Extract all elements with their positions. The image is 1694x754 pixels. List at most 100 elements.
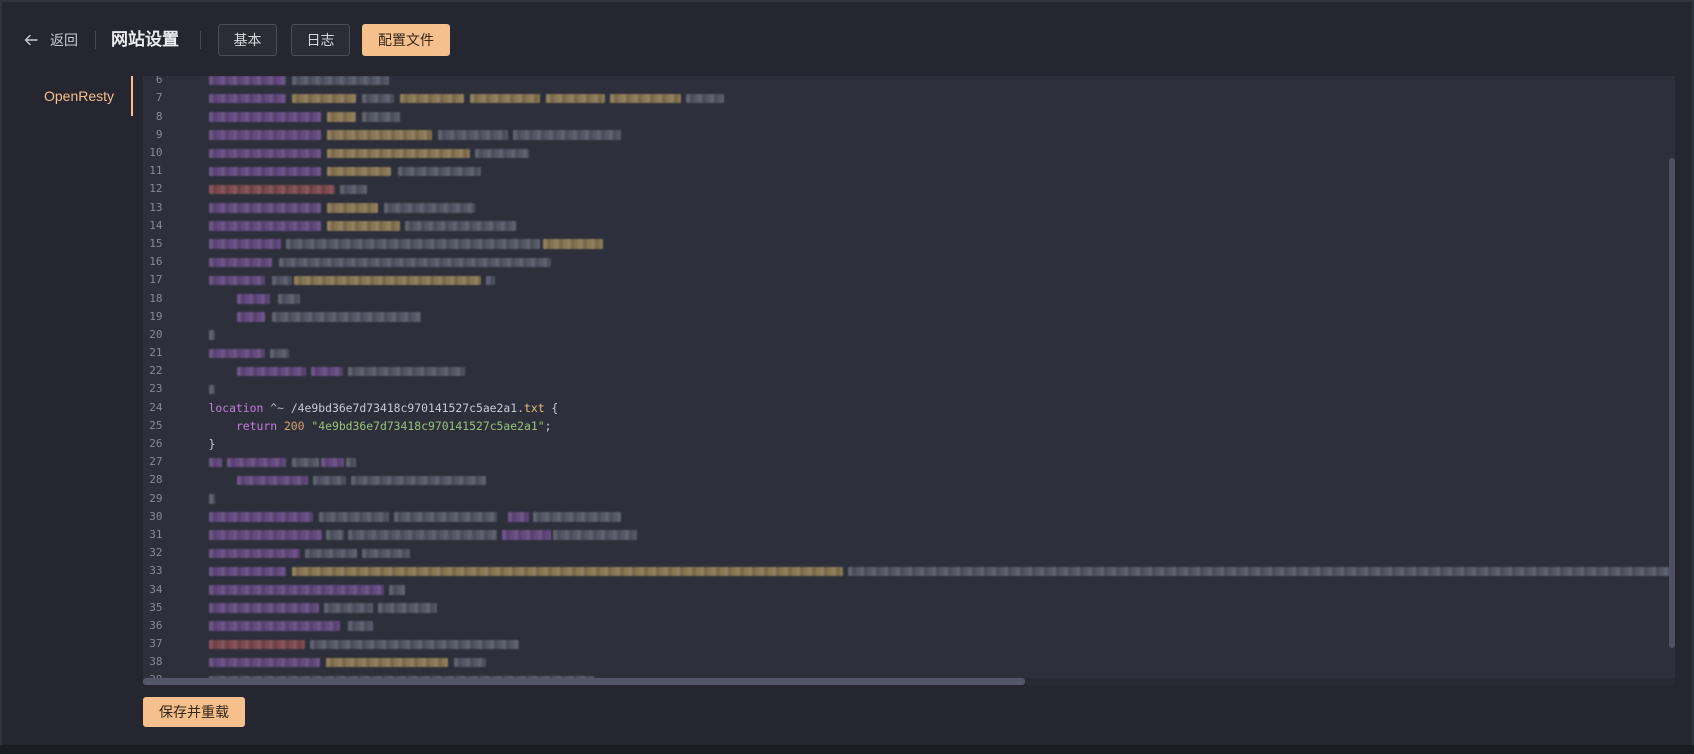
blurred-code-segment [318, 512, 389, 522]
tab-config-file[interactable]: 配置文件 [362, 24, 450, 56]
blurred-code-segment [437, 130, 508, 140]
code-line: 16 [143, 253, 1675, 271]
code-line-content [208, 653, 1676, 671]
blurred-code-segment [236, 312, 265, 322]
line-number: 37 [149, 637, 163, 651]
code-line-content [208, 126, 1676, 144]
blurred-code-segment [320, 457, 344, 468]
code-line: 11 [143, 162, 1675, 180]
code-line: 27 [143, 453, 1675, 471]
line-number: 38 [149, 655, 163, 669]
line-number: 28 [149, 473, 163, 487]
code-line: 32 [143, 544, 1675, 562]
code-line-content [208, 508, 1676, 526]
blurred-code-segment [208, 566, 287, 577]
code-editor[interactable]: 6 7 8 9 10 11 12 13 14 15 16 17 18 19 20 21 22 23 24 locati… [143, 76, 1675, 685]
code-line-content [208, 581, 1676, 599]
line-number: 14 [149, 218, 163, 232]
code-line-content [208, 235, 1676, 253]
vertical-scrollbar[interactable] [1669, 76, 1675, 678]
tab-logs[interactable]: 日志 [291, 24, 350, 56]
blurred-code-segment [347, 366, 465, 377]
code-line-content [208, 617, 1676, 635]
blurred-code-segment [340, 184, 368, 195]
blurred-code-segment [291, 457, 319, 468]
code-token-punct: { [544, 400, 559, 415]
vertical-scrollbar-thumb[interactable] [1669, 158, 1675, 648]
save-and-reload-button[interactable]: 保存并重载 [143, 697, 245, 727]
code-line-content [208, 162, 1676, 180]
sidebar-item-openresty[interactable]: OpenResty [30, 76, 133, 116]
line-number: 24 [149, 400, 163, 414]
blurred-code-segment [291, 76, 389, 86]
blurred-code-segment [324, 603, 373, 613]
code-line: 25 return 200 "4e9bd36e7d73418c970141527… [143, 417, 1675, 435]
blurred-code-segment [208, 239, 281, 249]
blurred-code-segment [293, 275, 481, 286]
blurred-code-segment [388, 585, 406, 595]
blurred-code-segment [470, 93, 541, 104]
code-line: 37 [143, 635, 1675, 653]
code-line: 19 [143, 308, 1675, 326]
blurred-code-segment [351, 475, 487, 486]
code-line: 18 [143, 290, 1675, 308]
blurred-code-segment [208, 384, 215, 395]
code-line: 36 [143, 617, 1675, 635]
code-line-content [208, 490, 1676, 508]
code-lines: 6 7 8 9 10 11 12 13 14 15 16 17 18 19 20 21 22 23 24 locati… [143, 76, 1675, 685]
blurred-code-segment [272, 275, 292, 286]
header-divider [200, 31, 201, 49]
code-line-content [208, 217, 1676, 235]
blurred-code-segment [326, 530, 344, 540]
horizontal-scrollbar-thumb[interactable] [143, 678, 1025, 685]
code-line-content [208, 108, 1676, 126]
code-token-string: "4e9bd36e7d73418c970141527c5ae2a1" [311, 418, 545, 433]
blurred-code-segment [326, 657, 449, 668]
blurred-code-segment [270, 348, 290, 359]
code-line: 20 [143, 326, 1675, 344]
sidebar-active-indicator [131, 76, 133, 116]
code-line: 21 [143, 344, 1675, 362]
code-line-content [208, 562, 1675, 580]
code-line: 28 [143, 471, 1675, 489]
blurred-code-segment [361, 112, 400, 122]
blurred-code-segment [513, 130, 622, 140]
line-number: 31 [149, 527, 163, 541]
code-line-content [209, 290, 1676, 308]
blurred-code-segment [226, 457, 287, 468]
blurred-code-segment [208, 184, 335, 195]
code-line: 33 [143, 562, 1675, 580]
line-number: 6 [155, 76, 163, 87]
blurred-code-segment [208, 130, 321, 140]
back-button[interactable]: 返回 [24, 28, 78, 52]
code-line-content [209, 362, 1676, 380]
code-line-content: return 200 "4e9bd36e7d73418c970141527c5a… [209, 417, 1676, 435]
blurred-code-segment [327, 166, 391, 177]
blurred-code-segment [543, 239, 603, 249]
blurred-code-segment [507, 512, 530, 522]
blurred-code-segment [236, 366, 306, 377]
blurred-code-segment [310, 639, 519, 650]
code-line: 35 [143, 599, 1675, 617]
line-number: 33 [149, 564, 163, 578]
blurred-code-segment [208, 530, 322, 540]
code-line: 29 [143, 490, 1675, 508]
blurred-code-segment [208, 348, 265, 359]
blurred-code-segment [378, 603, 438, 613]
line-number: 21 [149, 346, 163, 360]
code-line-content: } [209, 435, 1676, 453]
code-line: 13 [143, 199, 1675, 217]
tab-basic[interactable]: 基本 [218, 24, 277, 56]
blurred-code-segment [486, 275, 495, 286]
horizontal-scrollbar[interactable] [143, 678, 1675, 685]
code-line-content [208, 253, 1676, 271]
blurred-code-segment [347, 621, 373, 631]
blurred-code-segment [475, 148, 530, 158]
code-line-content [208, 271, 1676, 289]
blurred-code-segment [502, 530, 551, 540]
code-token-operator: ^~ [270, 400, 284, 415]
code-line: 31 [143, 526, 1675, 544]
blurred-code-segment [686, 93, 724, 104]
line-number: 22 [149, 364, 163, 378]
